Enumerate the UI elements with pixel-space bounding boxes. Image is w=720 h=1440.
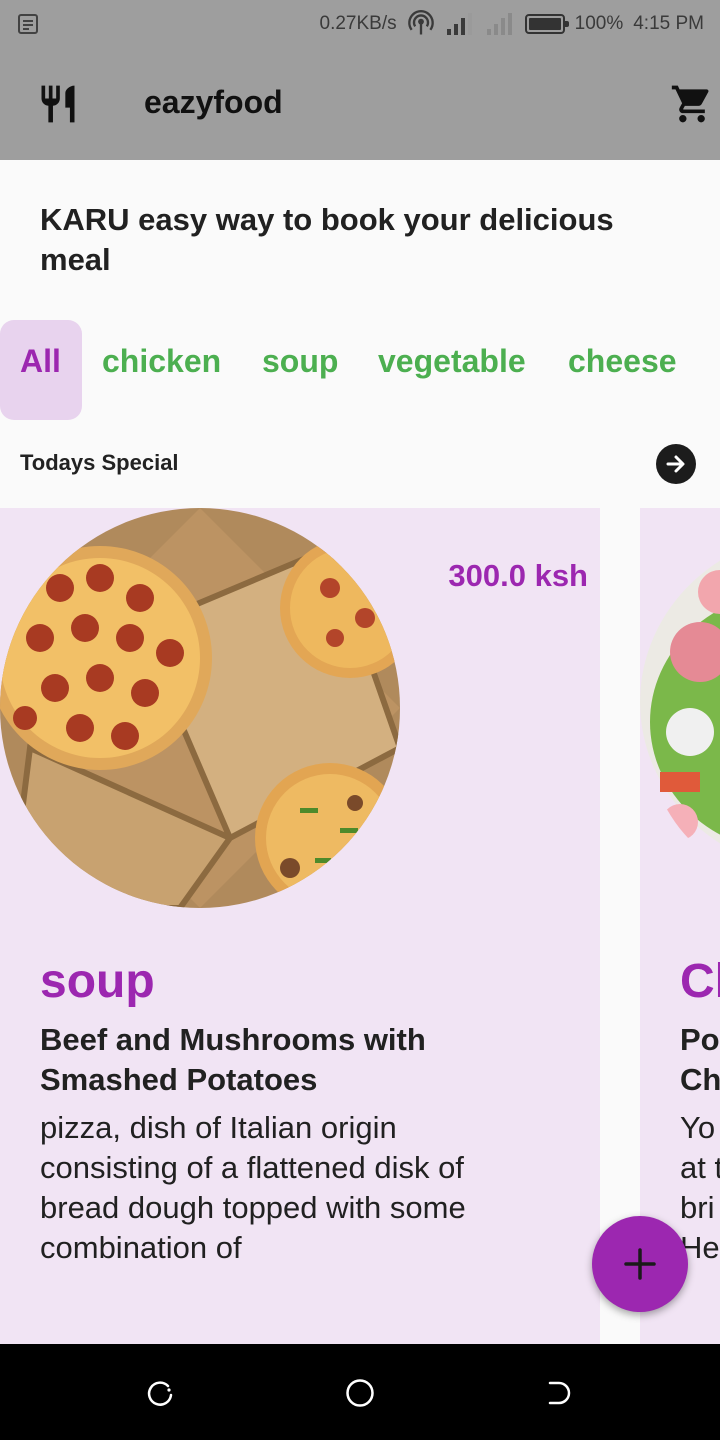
app-title: eazyfood xyxy=(144,84,283,120)
food-image xyxy=(640,532,720,872)
notification-icon xyxy=(18,14,38,34)
category-tab-soup[interactable]: soup xyxy=(242,320,358,420)
signal-4g-icon xyxy=(486,13,512,35)
dish-description: pizza, dish of Italian origin consisting… xyxy=(40,1110,466,1265)
arrow-forward-icon xyxy=(666,455,685,473)
category-tab-all[interactable]: All xyxy=(0,320,82,420)
signal-icon xyxy=(446,13,472,35)
food-card[interactable]: 300.0 ksh soup Beef and Mushrooms with S… xyxy=(0,508,600,1344)
see-all-button[interactable] xyxy=(656,444,696,484)
battery-icon xyxy=(524,14,569,34)
restaurant-icon[interactable] xyxy=(36,82,80,126)
dish-name: Beef and Mushrooms with Smashed Potatoes xyxy=(40,1022,426,1097)
status-bar: 0.27KB/s 100% 4:15 PM xyxy=(0,0,720,48)
dish-name: Po Ch xyxy=(680,1022,720,1097)
battery-percent: 100% xyxy=(574,13,624,34)
section-title: Todays Special xyxy=(20,450,179,475)
recent-apps-icon[interactable] xyxy=(145,1378,175,1408)
plus-icon xyxy=(624,1248,656,1280)
home-icon[interactable] xyxy=(345,1378,375,1408)
shopping-cart-icon[interactable] xyxy=(670,82,714,126)
food-image xyxy=(0,508,400,908)
category-tab-chicken[interactable]: chicken xyxy=(82,320,241,420)
price-label: 300.0 ksh xyxy=(448,558,588,593)
add-button[interactable] xyxy=(592,1216,688,1312)
system-nav-bar xyxy=(0,1344,720,1440)
card-category: soup xyxy=(40,955,155,1008)
category-tab-cheese[interactable]: cheese xyxy=(548,320,697,420)
page-headline: KARU easy way to book your delicious mea… xyxy=(40,202,614,277)
category-tab-vegetable[interactable]: vegetable xyxy=(358,320,546,420)
category-tabs: All chicken soup vegetable cheese xyxy=(0,320,720,420)
hotspot-icon xyxy=(407,10,434,35)
network-speed: 0.27KB/s xyxy=(319,13,397,34)
card-category: Cl xyxy=(680,955,720,1008)
app-bar: eazyfood xyxy=(0,48,720,160)
back-icon[interactable] xyxy=(545,1378,575,1408)
clock: 4:15 PM xyxy=(633,13,704,34)
category-tab-partial[interactable] xyxy=(697,320,720,420)
